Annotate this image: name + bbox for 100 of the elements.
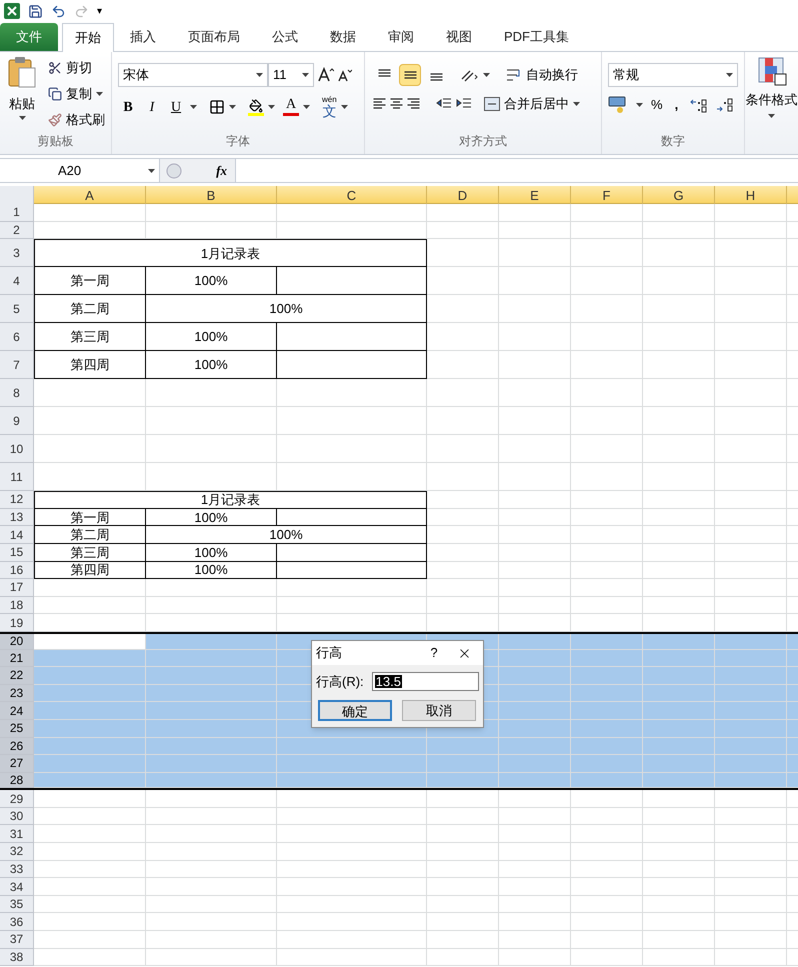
table-cell [427,913,499,932]
ribbon-tab[interactable]: PDF工具集 [488,23,585,51]
conditional-format-button[interactable]: 条件格式 [746,56,798,118]
table-cell [715,463,787,492]
table-cell [643,913,715,932]
row-header[interactable]: 23 [0,684,34,702]
ribbon-tab[interactable]: 数据 [314,23,372,51]
row-header[interactable]: 9 [0,407,34,436]
row-header[interactable]: 14 [0,526,34,544]
copy-button[interactable]: 复制 [44,82,109,106]
table-cell [499,913,571,932]
format-painter-button[interactable]: 格式刷 [44,108,109,132]
comma-button[interactable]: , [670,95,682,114]
ribbon-tab[interactable]: 审阅 [372,23,430,51]
row-header[interactable]: 12 [0,491,34,509]
insert-function-button[interactable]: fx [216,160,231,180]
ribbon-tab[interactable]: 视图 [430,23,488,51]
table-cell [643,684,715,702]
row-header[interactable]: 22 [0,667,34,685]
row-header[interactable]: 35 [0,896,34,914]
ribbon-tab[interactable]: 插入 [114,23,172,51]
row-header[interactable]: 31 [0,825,34,844]
row-header[interactable]: 1 [0,204,34,222]
row-header[interactable]: 20 [0,634,34,650]
row-header[interactable]: 27 [0,755,34,773]
cancel-button[interactable]: 取消 [402,700,476,720]
table-cell [715,204,787,222]
row-header[interactable]: 37 [0,931,34,949]
table-cell [571,351,643,380]
row-header[interactable]: 16 [0,562,34,580]
row-header[interactable]: 26 [0,738,34,756]
group-label: 剪贴板 [36,133,74,150]
row-header[interactable]: 5 [0,295,34,324]
italic-button[interactable]: I [142,96,162,118]
table-cell [715,508,787,526]
table-cell: 1月记录表 [34,239,427,268]
cut-button[interactable]: 剪切 [44,56,109,80]
table-cell [427,544,499,562]
table-cell [499,650,571,668]
table-cell [499,239,571,268]
table-cell [571,913,643,932]
table-cell [571,407,643,436]
row-header[interactable]: 33 [0,860,34,878]
row-header[interactable]: 24 [0,702,34,720]
vertical-align-button[interactable] [399,64,421,86]
row-header[interactable]: 11 [0,463,34,492]
row-header[interactable]: 10 [0,435,34,464]
undo-icon[interactable] [51,4,66,18]
row-header[interactable]: 7 [0,351,34,380]
row-header[interactable]: 28 [0,772,34,788]
table-cell [499,667,571,685]
table-cell [715,755,787,773]
row-header[interactable]: 15 [0,544,34,562]
row-header[interactable]: 18 [0,596,34,614]
row-header[interactable]: 32 [0,843,34,861]
paste-button[interactable]: 粘贴 [0,56,44,132]
group-label: 数字 [660,133,686,150]
ribbon-tab[interactable]: 公式 [256,23,314,51]
row-header[interactable]: 21 [0,650,34,668]
row-header[interactable]: 4 [0,267,34,296]
font-name-field[interactable]: 宋体 [118,63,268,87]
wrap-text-button[interactable]: 自动换行 [506,65,578,85]
ribbon-tab[interactable]: 文件 [0,23,58,51]
number-format-field[interactable]: 常规 [608,63,738,87]
customize-toolbar-button[interactable]: ▾ [97,4,102,18]
bold-button[interactable]: B [118,96,138,118]
table-cell [427,931,499,949]
font-color-button[interactable]: A [283,98,299,116]
row-header[interactable]: 2 [0,222,34,240]
ribbon-tab[interactable]: 页面布局 [172,23,256,51]
merge-center-button[interactable]: 合并后居中 [484,94,580,114]
save-icon[interactable] [28,4,43,18]
ribbon-tab[interactable]: 开始 [62,23,114,52]
row-header[interactable]: 34 [0,878,34,896]
row-header[interactable]: 36 [0,913,34,932]
underline-button[interactable]: U [166,96,186,118]
row-header[interactable]: 30 [0,808,34,826]
row-header[interactable]: 25 [0,720,34,738]
percent-button[interactable]: % [651,95,663,114]
table-cell [499,790,571,808]
row-header[interactable]: 3 [0,239,34,268]
row-header[interactable]: 29 [0,790,34,808]
table-cell [643,650,715,668]
row-header[interactable]: 13 [0,508,34,526]
table-cell [571,544,643,562]
phonetic-button[interactable]: wén 文 [322,96,337,118]
row-height-input[interactable]: 13.5 [372,672,479,692]
font-size-field[interactable]: 11 [268,63,314,87]
row-header[interactable]: 38 [0,948,34,966]
table-cell [499,825,571,844]
table-cell [643,562,715,580]
dropdown-caret-icon [483,73,490,77]
row-header[interactable]: 17 [0,579,34,597]
help-button[interactable]: ? [419,643,449,663]
ok-button[interactable]: 确定 [318,700,392,720]
row-header[interactable]: 6 [0,323,34,352]
row-header[interactable]: 8 [0,379,34,408]
row-header[interactable]: 19 [0,614,34,632]
table-cell [571,508,643,526]
currency-icon [608,96,628,114]
